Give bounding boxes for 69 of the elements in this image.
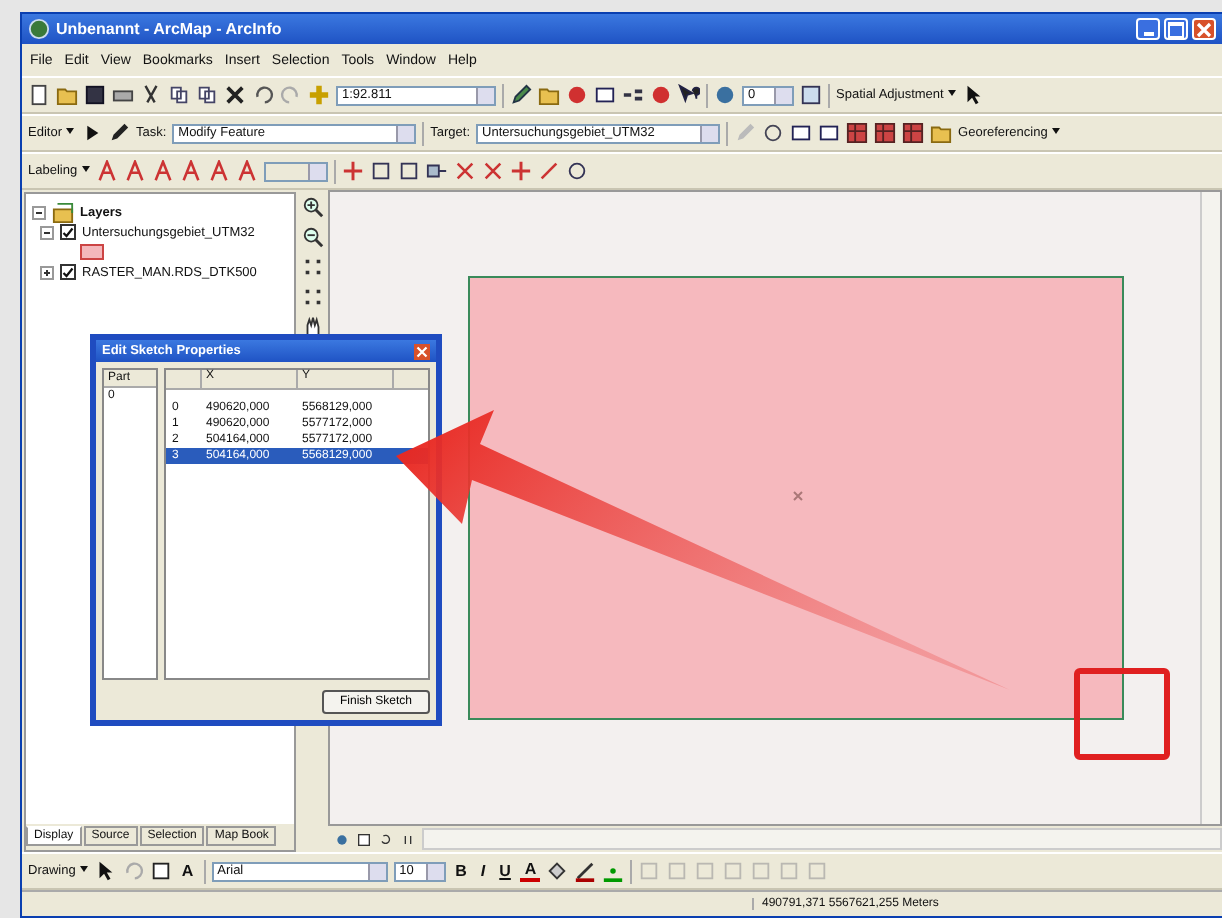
label-icon[interactable] bbox=[95, 160, 118, 182]
label-icon[interactable] bbox=[151, 160, 174, 182]
zoom-out-icon[interactable] bbox=[301, 226, 323, 248]
circle-icon[interactable] bbox=[565, 160, 588, 182]
format-button[interactable]: U bbox=[495, 862, 515, 880]
table-icon[interactable] bbox=[790, 122, 813, 144]
minimize-button[interactable] bbox=[1136, 18, 1160, 40]
square-icon[interactable] bbox=[149, 860, 172, 882]
centroid-marker bbox=[792, 490, 804, 502]
zoom-icon[interactable] bbox=[341, 160, 364, 182]
select-icon[interactable] bbox=[369, 160, 392, 182]
layer-checkbox[interactable] bbox=[60, 264, 76, 280]
catalog-icon[interactable] bbox=[538, 84, 560, 106]
window-icon[interactable] bbox=[800, 84, 822, 106]
table-icon[interactable] bbox=[846, 122, 869, 144]
highlight-square bbox=[1074, 668, 1170, 760]
new-file-icon[interactable] bbox=[28, 84, 50, 106]
layer-checkbox[interactable] bbox=[60, 224, 76, 240]
square-icon[interactable] bbox=[397, 160, 420, 182]
grid-icon[interactable] bbox=[902, 122, 925, 144]
editor-toolbar-icon[interactable] bbox=[510, 84, 532, 106]
expand-toggle[interactable] bbox=[40, 265, 54, 279]
font-color-button[interactable]: A bbox=[520, 860, 541, 882]
target-icon[interactable] bbox=[762, 122, 785, 144]
legend-swatch bbox=[80, 244, 104, 260]
move-icon[interactable] bbox=[425, 160, 448, 182]
undo-icon[interactable] bbox=[252, 84, 274, 106]
expand-toggle[interactable] bbox=[40, 225, 54, 239]
label-icon[interactable] bbox=[207, 160, 230, 182]
line-color-icon[interactable] bbox=[574, 860, 597, 882]
fixed-zoom-in-icon[interactable] bbox=[301, 256, 323, 278]
whats-this-pointer-icon[interactable] bbox=[678, 84, 700, 106]
paste-icon[interactable] bbox=[196, 84, 218, 106]
close-button[interactable] bbox=[1192, 18, 1216, 40]
maximize-button[interactable] bbox=[1164, 18, 1188, 40]
window-title: Unbenannt - ArcMap - ArcInfo bbox=[56, 20, 282, 38]
pause-icon[interactable] bbox=[400, 831, 416, 847]
fixed-zoom-out-icon[interactable] bbox=[301, 286, 323, 308]
pencil-icon[interactable] bbox=[107, 122, 130, 144]
line-tool-icon[interactable] bbox=[537, 160, 560, 182]
model-icon[interactable] bbox=[622, 84, 644, 106]
text-tool-button[interactable]: A bbox=[177, 862, 198, 880]
fill-color-icon[interactable] bbox=[546, 860, 569, 882]
label-icon[interactable] bbox=[123, 160, 146, 182]
horizontal-scrollbar[interactable] bbox=[422, 828, 1222, 850]
format-button[interactable]: B bbox=[451, 862, 471, 880]
collapse-toggle[interactable] bbox=[32, 205, 46, 219]
raster-icon[interactable] bbox=[874, 122, 897, 144]
copy-icon[interactable] bbox=[168, 84, 190, 106]
georef-icon[interactable] bbox=[930, 122, 953, 144]
delete-icon[interactable] bbox=[224, 84, 246, 106]
layout-view-icon[interactable] bbox=[356, 831, 372, 847]
label-icon[interactable] bbox=[179, 160, 202, 182]
layer-globe-icon[interactable] bbox=[714, 84, 736, 106]
data-view-icon[interactable] bbox=[334, 831, 350, 847]
window-icon[interactable] bbox=[818, 122, 841, 144]
line-tool-icon[interactable] bbox=[509, 160, 532, 182]
line-tool-icon[interactable] bbox=[481, 160, 504, 182]
window-icon[interactable] bbox=[594, 84, 616, 106]
format-button[interactable]: I bbox=[476, 862, 490, 880]
close-button[interactable] bbox=[414, 343, 430, 359]
print-icon[interactable] bbox=[112, 84, 134, 106]
open-folder-icon[interactable] bbox=[56, 84, 78, 106]
cut-icon[interactable] bbox=[140, 84, 162, 106]
save-icon[interactable] bbox=[84, 84, 106, 106]
layers-icon bbox=[52, 201, 74, 223]
refresh-icon[interactable] bbox=[378, 831, 394, 847]
label-icon[interactable] bbox=[235, 160, 258, 182]
zoom-in-icon[interactable] bbox=[301, 196, 323, 218]
